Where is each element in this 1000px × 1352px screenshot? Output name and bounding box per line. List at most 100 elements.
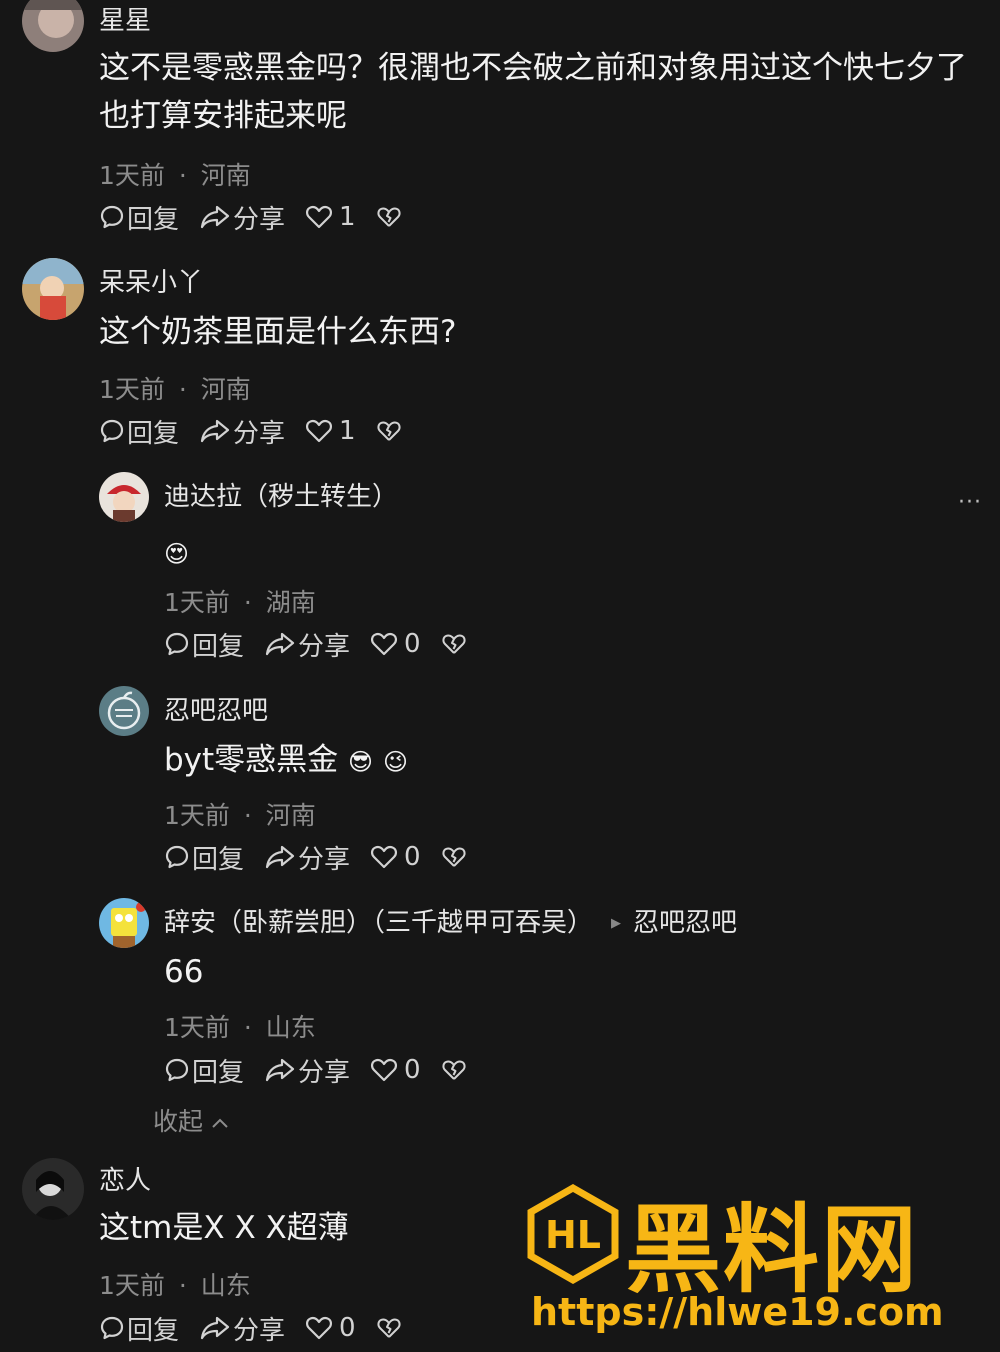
reply-meta: 1天前 · 河南	[164, 796, 316, 832]
reply-button[interactable]: 回复	[99, 413, 179, 450]
reply-text: 66	[164, 954, 204, 990]
comment-time: 1天前	[99, 1271, 165, 1300]
reply-label: 回复	[127, 204, 180, 235]
comment-actions: 回复 分享 0	[99, 1310, 424, 1347]
comment-text: 这个奶茶里面是什么东西?	[99, 314, 457, 350]
like-count: 0	[404, 842, 421, 872]
meta-separator: ·	[178, 161, 187, 190]
share-button[interactable]: 分享	[264, 839, 350, 876]
reply-to-user[interactable]: 忍吧忍吧	[633, 908, 737, 938]
collapse-replies-button[interactable]: 收起	[153, 1102, 229, 1138]
reply-bubble-icon	[165, 632, 189, 656]
reply-location: 湖南	[265, 588, 316, 617]
dislike-button[interactable]	[441, 632, 469, 656]
reply-button[interactable]: 回复	[99, 1310, 179, 1347]
share-label: 分享	[298, 844, 351, 875]
comment-actions: 回复 分享 1	[99, 413, 424, 450]
reply-button[interactable]: 回复	[164, 839, 244, 876]
share-button[interactable]: 分享	[199, 413, 285, 450]
reply-actions: 回复 分享 0	[164, 1052, 489, 1089]
more-options-button[interactable]: ···	[958, 490, 982, 515]
reply-button[interactable]: 回复	[164, 626, 244, 663]
reply-label: 回复	[127, 418, 180, 449]
heart-icon	[306, 1316, 333, 1340]
avatar[interactable]	[22, 258, 84, 320]
watermark-url: https://hlwe19.com	[531, 1290, 944, 1334]
comment-actions: 回复 分享 1	[99, 199, 424, 236]
like-button[interactable]: 1	[305, 416, 356, 446]
dislike-button[interactable]	[376, 419, 404, 443]
share-button[interactable]: 分享	[199, 1310, 285, 1347]
username[interactable]: 恋人	[99, 1160, 151, 1197]
avatar[interactable]	[99, 686, 149, 736]
meta-separator: ·	[243, 801, 252, 830]
like-button[interactable]: 0	[370, 1055, 421, 1085]
meta-separator: ·	[178, 375, 187, 404]
username[interactable]: 忍吧忍吧	[164, 690, 268, 727]
like-count: 0	[404, 629, 421, 659]
share-arrow-icon	[265, 845, 295, 869]
comment-time: 1天前	[99, 161, 165, 190]
reply-text-body: byt零惑黑金	[164, 742, 339, 778]
username[interactable]: 迪达拉（秽土转生）	[164, 476, 398, 513]
avatar[interactable]	[22, 0, 84, 52]
cool-emoji: 😎	[348, 748, 374, 776]
share-label: 分享	[233, 204, 286, 235]
broken-heart-icon	[377, 421, 401, 441]
reply-meta: 1天前 · 山东	[164, 1008, 316, 1044]
like-button[interactable]: 0	[370, 629, 421, 659]
comment-location: 河南	[200, 375, 251, 404]
broken-heart-icon	[377, 207, 401, 227]
avatar[interactable]	[99, 472, 149, 522]
reply-button[interactable]: 回复	[99, 199, 179, 236]
username[interactable]: 星星	[99, 0, 151, 37]
reply-bubble-icon	[100, 419, 124, 443]
avatar[interactable]	[22, 1158, 84, 1220]
share-label: 分享	[233, 418, 286, 449]
like-count: 1	[339, 416, 356, 446]
reply-label: 回复	[192, 1057, 245, 1088]
comment-location: 山东	[200, 1271, 251, 1300]
broken-heart-icon	[442, 847, 466, 867]
dislike-button[interactable]	[376, 1316, 404, 1340]
reply-button[interactable]: 回复	[164, 1052, 244, 1089]
broken-heart-icon	[377, 1318, 401, 1338]
share-button[interactable]: 分享	[264, 626, 350, 663]
like-button[interactable]: 0	[370, 842, 421, 872]
reply-time: 1天前	[164, 588, 230, 617]
share-button[interactable]: 分享	[264, 1052, 350, 1089]
reply-author[interactable]: 辞安（卧薪尝胆）（三千越甲可吞吴）	[164, 908, 593, 938]
share-button[interactable]: 分享	[199, 199, 285, 236]
comment-meta: 1天前 · 河南	[99, 370, 251, 406]
like-button[interactable]: 1	[305, 202, 356, 232]
heart-icon	[371, 632, 398, 656]
dislike-button[interactable]	[376, 205, 404, 229]
watermark: HL 黑料网 https://hlwe19.com	[525, 1182, 995, 1342]
dislike-button[interactable]	[441, 1058, 469, 1082]
heart-eyes-emoji: 😍	[164, 540, 190, 568]
heart-icon	[371, 1058, 398, 1082]
reply-time: 1天前	[164, 801, 230, 830]
reply-location: 山东	[265, 1013, 316, 1042]
meta-separator: ·	[243, 588, 252, 617]
username[interactable]: 呆呆小丫	[99, 262, 203, 299]
reply-meta: 1天前 · 湖南	[164, 583, 316, 619]
like-button[interactable]: 0	[305, 1313, 356, 1343]
comment-text: 这tm是X X X超薄	[99, 1210, 349, 1246]
meta-separator: ·	[178, 1271, 187, 1300]
reply-text: 😍	[164, 528, 189, 578]
broken-heart-icon	[442, 1060, 466, 1080]
share-arrow-icon	[265, 632, 295, 656]
share-arrow-icon	[265, 1058, 295, 1082]
heart-icon	[306, 419, 333, 443]
comment-meta: 1天前 · 河南	[99, 156, 251, 192]
reply-text: byt零惑黑金 😎 😉	[164, 736, 408, 786]
dislike-button[interactable]	[441, 845, 469, 869]
comment-time: 1天前	[99, 375, 165, 404]
share-arrow-icon	[200, 205, 230, 229]
share-arrow-icon	[200, 1316, 230, 1340]
share-arrow-icon	[200, 419, 230, 443]
reply-bubble-icon	[165, 1058, 189, 1082]
comment-location: 河南	[200, 161, 251, 190]
avatar[interactable]	[99, 898, 149, 948]
